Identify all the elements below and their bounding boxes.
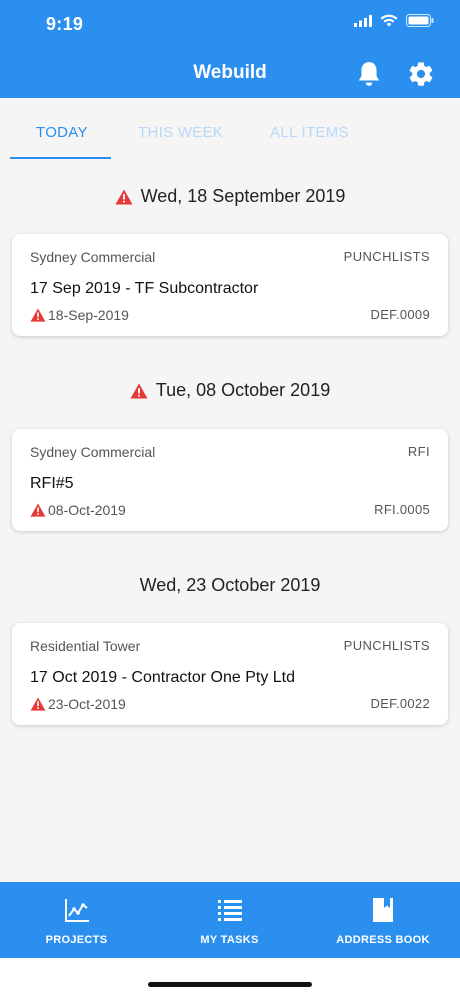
- date-heading: Wed, 18 September 2019: [0, 186, 460, 207]
- signal-icon: [354, 14, 372, 27]
- card-title: 17 Sep 2019 - TF Subcontractor: [30, 280, 259, 297]
- warning-icon: [30, 503, 46, 517]
- book-icon: [373, 898, 393, 922]
- date-heading-text: Tue, 08 October 2019: [155, 380, 331, 400]
- app-header: 9:19 Webuild: [0, 0, 460, 98]
- tab-bar: TODAY THIS WEEK ALL ITEMS: [0, 98, 460, 160]
- task-card[interactable]: Residential Tower PUNCHLISTS 17 Oct 2019…: [12, 623, 448, 725]
- card-type: PUNCHLISTS: [343, 638, 430, 653]
- nav-label: ADDRESS BOOK: [336, 934, 430, 946]
- status-time: 9:19: [46, 14, 84, 34]
- card-type: PUNCHLISTS: [343, 249, 430, 264]
- list-icon: [217, 900, 242, 921]
- warning-icon: [130, 383, 148, 398]
- home-indicator[interactable]: [148, 982, 312, 987]
- card-type: RFI: [407, 444, 430, 459]
- card-project: Residential Tower: [30, 638, 141, 654]
- date-heading: Wed, 23 October 2019: [0, 575, 460, 596]
- home-indicator-area: [0, 958, 460, 996]
- wifi-icon: [380, 14, 398, 27]
- warning-icon: [115, 189, 133, 204]
- nav-label: PROJECTS: [45, 934, 108, 946]
- nav-projects[interactable]: PROJECTS: [0, 882, 153, 958]
- gear-icon[interactable]: [407, 60, 435, 88]
- battery-icon: [406, 14, 434, 27]
- date-heading-text: Wed, 18 September 2019: [140, 186, 346, 206]
- card-project: Sydney Commercial: [30, 444, 156, 460]
- tab-this-week[interactable]: THIS WEEK: [138, 124, 223, 141]
- task-card[interactable]: Sydney Commercial PUNCHLISTS 17 Sep 2019…: [12, 234, 448, 336]
- page-title: Webuild: [193, 62, 267, 83]
- nav-my-tasks[interactable]: MY TASKS: [153, 882, 306, 958]
- card-reference: DEF.0009: [370, 307, 430, 322]
- card-reference: DEF.0022: [370, 696, 430, 711]
- card-reference: RFI.0005: [374, 502, 430, 517]
- card-project: Sydney Commercial: [30, 249, 156, 265]
- tab-all-items[interactable]: ALL ITEMS: [270, 124, 349, 141]
- status-icons: [354, 14, 434, 27]
- card-due-date: 08-Oct-2019: [30, 502, 126, 518]
- card-title: 17 Oct 2019 - Contractor One Pty Ltd: [30, 669, 296, 686]
- card-due-text: 08-Oct-2019: [48, 502, 126, 518]
- bottom-nav: PROJECTS MY TASKS ADDRESS BOOK: [0, 882, 460, 958]
- warning-icon: [30, 308, 46, 322]
- date-heading-text: Wed, 23 October 2019: [139, 575, 321, 595]
- card-due-text: 23-Oct-2019: [48, 696, 126, 712]
- card-due-date: 18-Sep-2019: [30, 307, 129, 323]
- active-tab-indicator: [10, 157, 111, 159]
- chart-line-icon: [64, 899, 89, 922]
- bell-icon[interactable]: [356, 60, 382, 88]
- warning-icon: [30, 697, 46, 711]
- card-title: RFI#5: [30, 475, 74, 492]
- nav-label: MY TASKS: [200, 934, 259, 946]
- card-due-text: 18-Sep-2019: [48, 307, 129, 323]
- card-due-date: 23-Oct-2019: [30, 696, 126, 712]
- date-heading: Tue, 08 October 2019: [0, 380, 460, 401]
- nav-address-book[interactable]: ADDRESS BOOK: [306, 882, 460, 958]
- task-card[interactable]: Sydney Commercial RFI RFI#5 08-Oct-2019 …: [12, 429, 448, 531]
- tab-today[interactable]: TODAY: [36, 124, 88, 141]
